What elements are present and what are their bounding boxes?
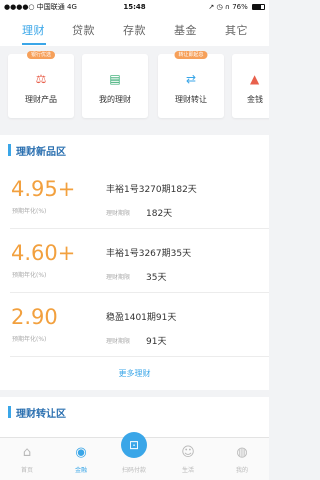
term-label: 理财期限: [106, 210, 131, 217]
product-name: 丰裕1号3270期182天: [106, 185, 197, 195]
product-term: 182天: [146, 209, 173, 219]
piggy-bank-icon: ◉: [75, 445, 87, 460]
rate-label: 预期年化(%): [12, 208, 47, 215]
product-item[interactable]: 4.60+ 预期年化(%) 丰裕1号3267期35天 理财期限 35天: [0, 229, 269, 293]
quick-entry-label: 金钱: [247, 95, 263, 104]
product-rate: 2.90: [11, 305, 58, 329]
nav-label: 首页: [20, 467, 33, 474]
nav-label: 生活: [181, 467, 194, 474]
tab-deposit[interactable]: 存款: [123, 22, 146, 38]
user-icon: ◍: [236, 445, 248, 460]
bottom-nav: ⌂ 首页 ◉ 金融 ⊡ 扫码付款 ☺ 生活 ◍ 我的: [0, 432, 269, 480]
nav-label: 我的: [235, 467, 248, 474]
battery-icon: [252, 4, 265, 10]
product-item[interactable]: 2.90 预期年化(%) 稳盈1401期91天 理财期限 91天: [0, 293, 269, 357]
promo-badge: 银行优选: [26, 51, 56, 59]
active-tab-indicator: [22, 43, 46, 45]
product-term: 91天: [146, 337, 167, 347]
tab-other[interactable]: 其它: [225, 22, 248, 38]
quick-entry-label: 理财转让: [175, 95, 207, 104]
category-tabs: 理财 贷款 存款 基金 其它: [0, 14, 269, 46]
headphone-icon: ∩: [224, 3, 230, 11]
nav-mine[interactable]: ◍ 我的: [215, 438, 269, 480]
nav-finance[interactable]: ◉ 金融: [54, 438, 108, 480]
location-icon: ↗: [208, 3, 215, 11]
product-list: 4.95+ 预期年化(%) 丰裕1号3270期182天 理财期限 182天 4.…: [0, 165, 269, 390]
tab-fund[interactable]: 基金: [174, 22, 197, 38]
status-bar: ●●●●○ 中国联通 4G 15:48 ↗ ◷ ∩ 76%: [0, 0, 269, 14]
transfer-icon: ⇄: [185, 72, 197, 86]
product-rate: 4.95+: [11, 177, 76, 201]
quick-entry-gold[interactable]: ▲ 金钱: [232, 54, 269, 118]
quick-entry-label: 理财产品: [25, 95, 57, 104]
rate-label: 预期年化(%): [12, 272, 47, 279]
quick-entry-label: 我的理财: [99, 95, 131, 104]
transfer-section-header: 理财转让区: [0, 397, 269, 427]
nav-life[interactable]: ☺ 生活: [161, 438, 215, 480]
term-label: 理财期限: [106, 338, 131, 345]
battery-percent: 76%: [232, 3, 248, 11]
new-products-header: 理财新品区: [0, 135, 269, 165]
section-title: 理财新品区: [16, 147, 66, 158]
tab-licai[interactable]: 理财: [22, 22, 45, 38]
life-icon: ☺: [181, 445, 195, 460]
section-title: 理财转让区: [16, 409, 66, 420]
promo-badge: 转让即起息: [174, 51, 208, 59]
home-icon: ⌂: [22, 445, 32, 460]
gold-icon: ▲: [250, 72, 260, 86]
app-screen: ●●●●○ 中国联通 4G 15:48 ↗ ◷ ∩ 76% 理财 贷款 存款 基…: [0, 0, 269, 480]
product-name: 稳盈1401期91天: [106, 313, 177, 323]
quick-entry-transfer[interactable]: 转让即起息 ⇄ 理财转让: [158, 51, 224, 118]
quick-entry-row: 银行优选 ⚖ 理财产品 ▤ 我的理财 转让即起息 ⇄ 理财转让 ▲ 金钱: [0, 46, 269, 126]
alarm-icon: ◷: [216, 3, 223, 11]
nav-label: 扫码付款: [121, 467, 146, 474]
wallet-icon: ▤: [109, 72, 121, 86]
product-rate: 4.60+: [11, 241, 76, 265]
section-accent-bar: [8, 144, 11, 156]
tab-loan[interactable]: 贷款: [72, 22, 95, 38]
nav-label: 金融: [74, 467, 87, 474]
dumbbell-icon: ⚖: [35, 72, 47, 86]
product-term: 35天: [146, 273, 167, 283]
quick-entry-products[interactable]: 银行优选 ⚖ 理财产品: [8, 51, 74, 118]
quick-entry-my-licai[interactable]: ▤ 我的理财: [82, 54, 148, 118]
product-item[interactable]: 4.95+ 预期年化(%) 丰裕1号3270期182天 理财期限 182天: [0, 165, 269, 229]
scan-pay-icon: ⊡: [121, 432, 147, 458]
nav-home[interactable]: ⌂ 首页: [0, 438, 54, 480]
rate-label: 预期年化(%): [12, 336, 47, 343]
product-name: 丰裕1号3267期35天: [106, 249, 192, 259]
more-licai-link[interactable]: 更多理财: [0, 357, 269, 390]
nav-scan-pay[interactable]: ⊡ 扫码付款: [107, 432, 161, 480]
section-accent-bar: [8, 406, 11, 418]
term-label: 理财期限: [106, 274, 131, 281]
